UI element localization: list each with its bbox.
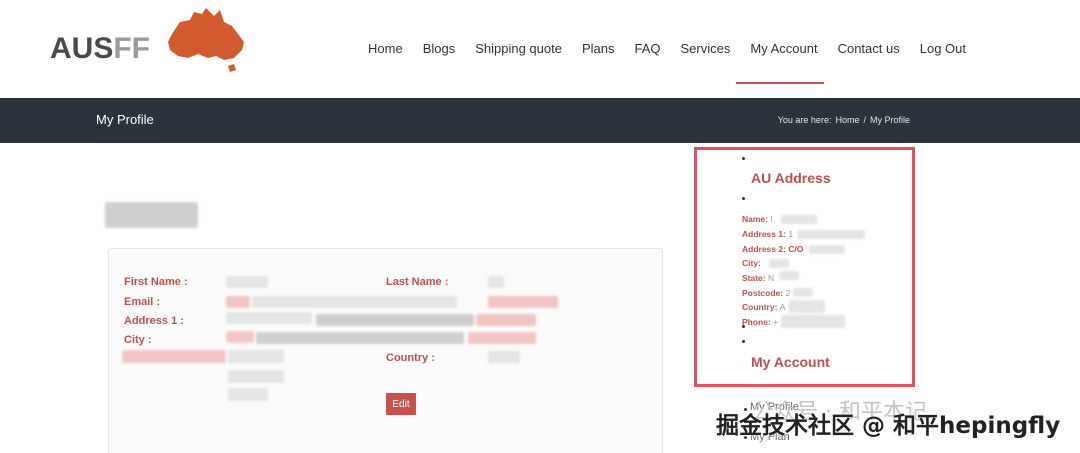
addr-phone: Phone: +	[742, 317, 778, 327]
addr-country: Country: A	[742, 302, 785, 312]
breadcrumb-separator: /	[863, 115, 866, 125]
redacted-last-name	[488, 276, 504, 288]
addr-address2: Address 2: C/O	[742, 244, 804, 254]
addr-address1-value: 1	[788, 229, 794, 239]
addr-phone-label: Phone:	[742, 317, 771, 327]
addr-postcode-label: Postcode:	[742, 288, 784, 298]
redacted-username-heading	[105, 202, 198, 228]
redacted-country	[488, 351, 520, 363]
nav-faq[interactable]: FAQ	[625, 40, 671, 58]
page-title: My Profile	[96, 112, 154, 127]
addr-city: City:	[742, 258, 761, 268]
au-address-widget: AU Address Name: I Address 1: 1 Address …	[694, 147, 915, 387]
site-header: AUSFF Home Blogs Shipping quote Plans FA…	[0, 0, 1080, 98]
redacted-city-1	[226, 331, 254, 343]
list-bullet	[742, 340, 745, 343]
logo-text: AUSFF	[50, 32, 150, 66]
redacted-name-value	[781, 215, 817, 224]
redacted-line-extra-1	[122, 350, 226, 363]
addr-postcode: Postcode: 2	[742, 288, 790, 298]
redacted-email-2	[252, 296, 457, 308]
nav-services[interactable]: Services	[671, 40, 741, 58]
country-label: Country :	[386, 352, 435, 364]
addr-name: Name: I	[742, 214, 773, 224]
nav-shipping-quote[interactable]: Shipping quote	[465, 40, 572, 58]
australia-map-icon	[168, 8, 244, 72]
edit-profile-button[interactable]: Edit	[386, 393, 416, 415]
main-nav: Home Blogs Shipping quote Plans FAQ Serv…	[358, 40, 976, 58]
nav-home[interactable]: Home	[358, 40, 413, 58]
juejin-watermark: 掘金技术社区 @ 和平hepingfly	[716, 413, 1061, 439]
nav-contact-us[interactable]: Contact us	[828, 40, 910, 58]
address1-label: Address 1 :	[124, 315, 184, 327]
addr-country-label: Country:	[742, 302, 778, 312]
redacted-city-2	[256, 332, 464, 344]
list-bullet	[742, 197, 745, 200]
nav-blogs[interactable]: Blogs	[413, 40, 466, 58]
redacted-postcode-value	[793, 288, 813, 297]
breadcrumb-current: My Profile	[869, 115, 910, 125]
addr-postcode-value: 2	[785, 288, 791, 298]
logo-text-ff: FF	[113, 32, 150, 65]
active-nav-underline	[736, 82, 824, 84]
addr-name-value: I	[770, 214, 773, 224]
redacted-city-value	[769, 259, 789, 268]
nav-plans[interactable]: Plans	[572, 40, 625, 58]
redacted-address1-1	[226, 312, 312, 324]
redacted-address1-3	[476, 314, 536, 326]
addr-state-label: State:	[742, 273, 766, 283]
first-name-label: First Name :	[124, 276, 188, 288]
redacted-address1-2	[316, 314, 474, 326]
page-title-bar: My Profile You are here: Home / My Profi…	[0, 98, 1080, 143]
redacted-country-value	[789, 300, 825, 313]
redacted-address2-value	[809, 245, 845, 254]
redacted-state-value	[779, 271, 799, 280]
addr-state: State: N	[742, 273, 774, 283]
nav-log-out[interactable]: Log Out	[910, 40, 976, 58]
redacted-first-name	[226, 276, 268, 288]
addr-state-value: N	[768, 273, 775, 283]
breadcrumb-home-link[interactable]: Home	[835, 115, 859, 125]
redacted-line-extra-2	[228, 350, 284, 363]
list-bullet	[742, 325, 745, 328]
addr-address1: Address 1: 1	[742, 229, 793, 239]
city-label: City :	[124, 334, 152, 346]
redacted-phone-value	[781, 315, 845, 328]
site-logo[interactable]: AUSFF	[50, 4, 250, 76]
nav-my-account[interactable]: My Account	[740, 40, 827, 58]
redacted-email-1	[226, 296, 250, 308]
redacted-city-3	[468, 332, 536, 344]
last-name-label: Last Name :	[386, 276, 449, 288]
addr-address1-label: Address 1:	[742, 229, 786, 239]
redacted-address1-value	[797, 230, 865, 239]
page: AUSFF Home Blogs Shipping quote Plans FA…	[0, 0, 1080, 453]
redacted-line-extra-4	[228, 388, 268, 401]
email-label: Email :	[124, 296, 161, 308]
logo-text-aus: AUS	[50, 32, 114, 65]
breadcrumb: You are here: Home / My Profile	[778, 115, 910, 125]
addr-phone-value: +	[773, 317, 779, 327]
addr-name-label: Name:	[742, 214, 768, 224]
addr-country-value: A	[779, 302, 786, 312]
my-account-title: My Account	[751, 354, 830, 370]
list-bullet	[742, 157, 745, 160]
redacted-line-extra-3	[228, 370, 284, 383]
breadcrumb-prefix: You are here:	[777, 115, 832, 125]
redacted-email-3	[488, 296, 558, 308]
au-address-title: AU Address	[751, 170, 831, 186]
